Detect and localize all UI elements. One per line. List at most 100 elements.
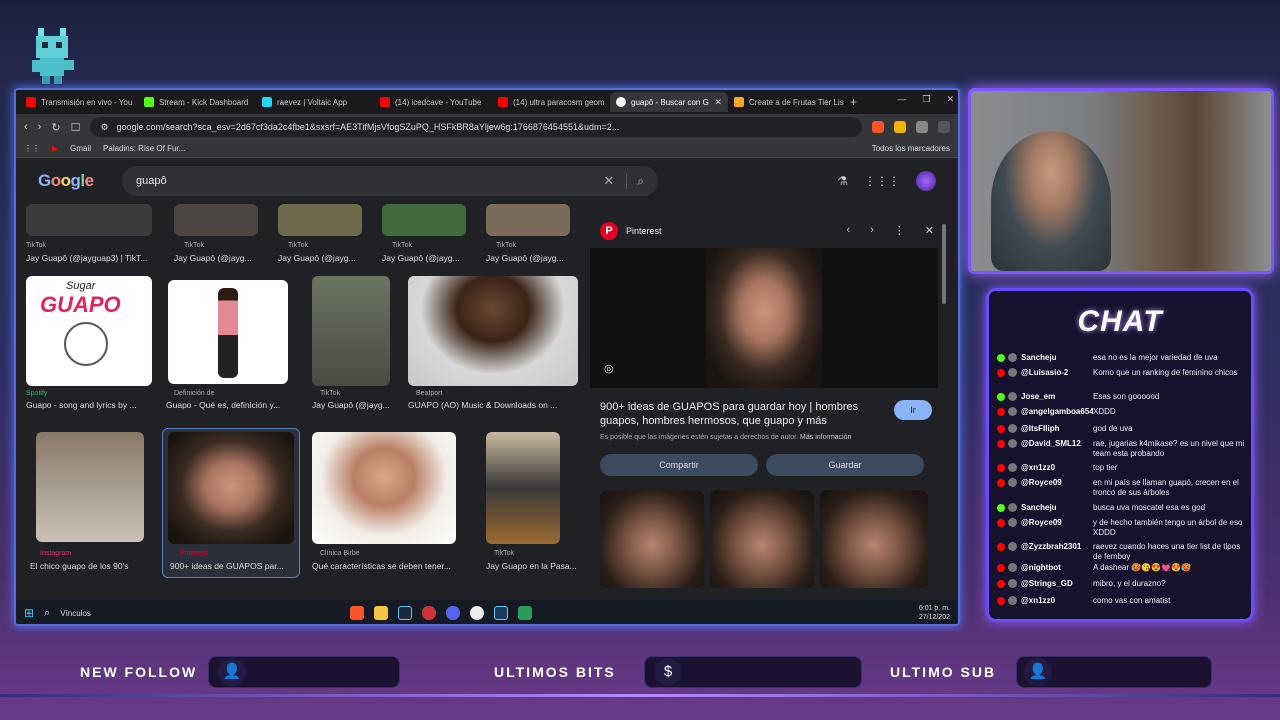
result-thumbnail[interactable] (382, 204, 466, 236)
labs-icon[interactable]: ⚗ (837, 174, 848, 188)
chat-text: top tier (1093, 463, 1118, 472)
close-window-icon[interactable]: ✕ (946, 94, 954, 105)
discord-icon[interactable] (446, 606, 461, 620)
bookmark-gmail[interactable]: Gmail (70, 144, 91, 153)
result-thumbnail[interactable] (408, 276, 578, 386)
youtube-icon (997, 408, 1005, 416)
result-title[interactable]: Jay Guapô (@jayg... (174, 253, 266, 263)
result-thumbnail[interactable] (168, 280, 288, 384)
taskbar-search-icon[interactable]: ⌕ (44, 607, 50, 620)
result-thumbnail[interactable] (486, 432, 560, 544)
browser-tab[interactable]: Stream - Kick Dashboard (138, 92, 256, 112)
browser-tab[interactable]: Create a de Frutas Tier Lis (728, 92, 846, 112)
browser-tab[interactable]: (14) icedcave - YouTube (374, 92, 492, 112)
clear-search-icon[interactable]: ✕ (603, 173, 614, 189)
share-button[interactable]: Compartir (600, 454, 758, 476)
search-input[interactable]: guapô (136, 175, 603, 187)
all-bookmarks[interactable]: Todos los marcadores (872, 144, 950, 153)
steam-icon[interactable] (398, 606, 413, 620)
apps-icon[interactable]: ⋮⋮ (24, 144, 40, 153)
dollar-icon: $ (654, 658, 682, 686)
google-logo[interactable]: Google (38, 171, 122, 191)
result-thumbnail[interactable] (174, 204, 258, 236)
result-thumbnail[interactable] (36, 432, 144, 542)
result-thumbnail[interactable] (312, 276, 390, 386)
more-info-link[interactable]: Más información (800, 434, 851, 441)
youtube-bookmark-icon[interactable]: ▶ (52, 144, 58, 153)
result-thumbnail[interactable] (486, 204, 570, 236)
image-results-grid: TikTok Jay Guapô (@jayguap3) | TikT... T… (24, 204, 584, 584)
search-icon[interactable]: ⌕ (626, 173, 644, 189)
lens-icon[interactable]: ◎ (604, 362, 614, 375)
related-image[interactable] (710, 490, 814, 588)
vegas-icon[interactable] (494, 606, 509, 620)
app-icon[interactable] (422, 606, 437, 620)
previous-icon[interactable]: ‹ (846, 224, 850, 237)
windows-start-icon[interactable]: ⊞ (24, 606, 34, 620)
browser-tab[interactable]: (14) ultra paracosm geom (492, 92, 610, 112)
menu-icon[interactable] (938, 121, 950, 133)
result-title[interactable]: El chico guapo de los 90's (30, 561, 160, 571)
chat-message: @Zyzzbrah2301 raevez cuando haces una tie… (997, 542, 1247, 562)
result-title[interactable]: Jay Guapô (@jayg... (382, 253, 474, 263)
address-bar[interactable]: ⚙ google.com/search?sca_esv=2d67cf3da2c4… (90, 117, 862, 137)
browser-tab-active[interactable]: guapô - Buscar con G ✕ (610, 92, 728, 112)
related-image[interactable] (820, 490, 928, 588)
result-thumbnail[interactable] (168, 432, 294, 544)
extension-icon[interactable] (916, 121, 928, 133)
result-title[interactable]: GUAPO (AO) Music & Downloads on ... (408, 400, 578, 410)
brave-icon[interactable] (350, 606, 365, 620)
result-title[interactable]: Qué características se deben tener... (312, 561, 462, 571)
avatar (1008, 353, 1017, 362)
youtube-icon (26, 97, 36, 107)
google-icon (616, 97, 626, 107)
close-preview-icon[interactable]: ✕ (925, 224, 934, 237)
visit-button[interactable]: Ir (894, 400, 932, 420)
browser-tab[interactable]: raevez | Voltaic App (256, 92, 374, 112)
brave-shield-icon[interactable] (872, 121, 884, 133)
url-text: google.com/search?sca_esv=2d67cf3da2c4fb… (116, 122, 620, 132)
mascot-icon (32, 28, 74, 84)
app-icon[interactable] (518, 606, 533, 620)
result-title[interactable]: 900+ ideas de GUAPOS par... (170, 561, 296, 571)
forward-icon[interactable]: › (38, 121, 42, 133)
panel-scrollbar[interactable] (942, 224, 946, 304)
search-box[interactable]: guapô ✕ ⌕ (122, 166, 658, 196)
file-explorer-icon[interactable] (374, 606, 389, 620)
result-thumbnail[interactable]: Sugar GUAPO (26, 276, 152, 386)
app-icon[interactable] (470, 606, 485, 620)
minimize-icon[interactable]: — (897, 94, 906, 105)
reload-icon[interactable]: ↻ (51, 121, 60, 134)
result-thumbnail[interactable] (312, 432, 456, 544)
result-title[interactable]: Guapo - Qué es, definición y... (166, 400, 300, 410)
new-tab-button[interactable]: + (850, 95, 857, 109)
google-apps-icon[interactable]: ⋮⋮⋮ (864, 174, 900, 188)
maximize-icon[interactable]: ❐ (922, 94, 930, 105)
result-title[interactable]: Jay Guapô (@jayguap3) | TikT... (26, 253, 166, 263)
result-thumbnail[interactable] (26, 204, 152, 236)
browser-tab[interactable]: Transmisión en vivo - You (20, 92, 138, 112)
taskbar-search-label[interactable]: Vínculos (60, 609, 340, 618)
back-icon[interactable]: ‹ (24, 121, 28, 133)
preview-title[interactable]: 900+ ideas de GUAPOS para guardar hoy | … (600, 400, 880, 428)
preview-site-name[interactable]: Pinterest (626, 226, 662, 236)
related-image[interactable] (600, 490, 704, 588)
bookmark-icon[interactable]: ☐ (71, 121, 81, 134)
close-tab-icon[interactable]: ✕ (714, 97, 722, 108)
result-title[interactable]: Jay Guapô (@jayg... (312, 400, 402, 410)
account-avatar[interactable] (916, 171, 936, 191)
new-follow-label: NEW FOLLOW (80, 664, 198, 680)
preview-image[interactable]: ◎ (590, 248, 938, 388)
extension-icon[interactable] (894, 121, 906, 133)
bookmark-paladins[interactable]: Paladins: Rise Of Fur... (103, 144, 185, 153)
more-options-icon[interactable]: ⋮ (894, 224, 905, 237)
result-title[interactable]: Jay Guapo en la Pasa... (486, 561, 582, 571)
next-icon[interactable]: › (870, 224, 874, 237)
result-title[interactable]: Guapo - song and lyrics by ... (26, 400, 166, 410)
result-thumbnail[interactable] (278, 204, 362, 236)
save-button[interactable]: Guardar (766, 454, 924, 476)
system-clock[interactable]: 6:01 p. m. 27/12/202 (919, 604, 950, 622)
result-title[interactable]: Jay Guapô (@jayg... (486, 253, 578, 263)
site-info-icon[interactable]: ⚙ (100, 122, 108, 133)
result-title[interactable]: Jay Guapô (@jayg... (278, 253, 370, 263)
